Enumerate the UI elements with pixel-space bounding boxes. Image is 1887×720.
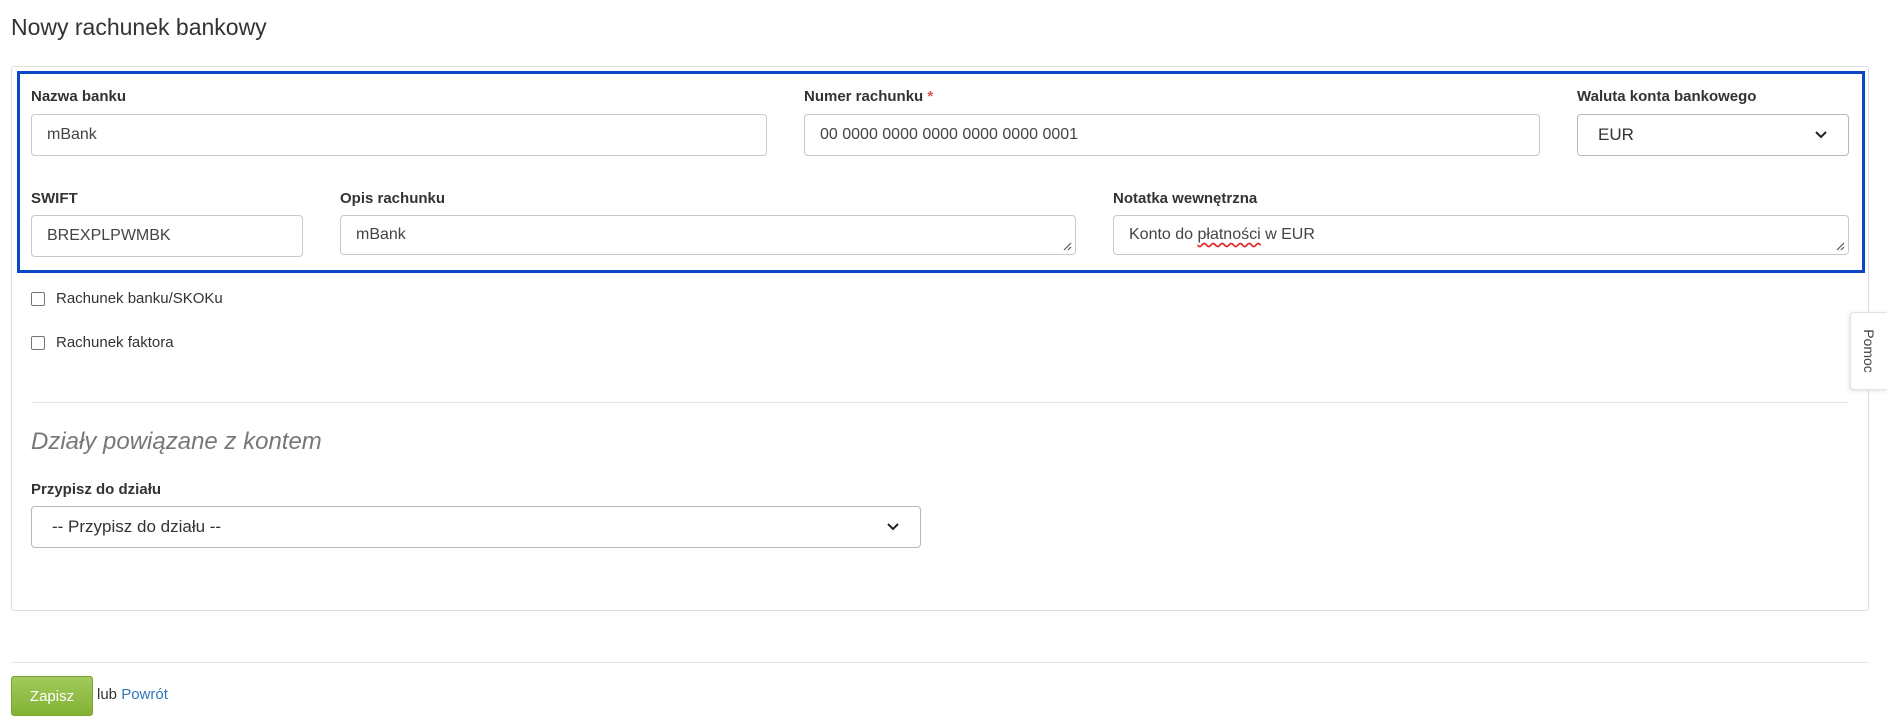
back-link[interactable]: Powrót bbox=[121, 686, 168, 703]
checkbox-bank-skok[interactable]: Rachunek banku/SKOKu bbox=[31, 290, 223, 307]
assign-department-label: Przypisz do działu bbox=[31, 481, 162, 498]
footer-actions: lub Powrót bbox=[97, 686, 168, 703]
bank-name-input[interactable]: mBank bbox=[31, 114, 767, 156]
factor-checkbox[interactable] bbox=[31, 335, 45, 350]
footer-divider bbox=[11, 662, 1869, 663]
internal-note-textarea[interactable]: Konto do płatności w EUR bbox=[1113, 215, 1849, 255]
save-button[interactable]: Zapisz bbox=[11, 676, 93, 716]
currency-label: Waluta konta bankowego bbox=[1577, 88, 1757, 105]
page-title: Nowy rachunek bankowy bbox=[11, 14, 267, 40]
departments-heading: Działy powiązane z kontem bbox=[31, 428, 322, 455]
currency-select[interactable]: EUR bbox=[1577, 114, 1849, 156]
help-tab-label: Pomoc bbox=[1861, 329, 1878, 373]
swift-label: SWIFT bbox=[31, 190, 78, 207]
assign-department-select[interactable]: -- Przypisz do działu -- bbox=[31, 506, 921, 548]
description-label: Opis rachunku bbox=[340, 190, 446, 207]
swift-input[interactable]: BREXPLPWMBK bbox=[31, 215, 303, 257]
chevron-down-icon bbox=[1815, 131, 1827, 139]
currency-selected-value: EUR bbox=[1598, 125, 1634, 144]
assign-department-selected: -- Przypisz do działu -- bbox=[52, 517, 222, 536]
required-mark: * bbox=[927, 88, 934, 105]
chevron-down-icon bbox=[887, 523, 899, 531]
bank-name-label: Nazwa banku bbox=[31, 88, 127, 105]
or-text: lub bbox=[97, 686, 118, 703]
help-tab[interactable]: Pomoc bbox=[1850, 312, 1887, 390]
bank-skok-checkbox[interactable] bbox=[31, 291, 45, 306]
resize-grip-icon[interactable] bbox=[1835, 241, 1845, 251]
description-textarea[interactable]: mBank bbox=[340, 215, 1076, 255]
resize-grip-icon[interactable] bbox=[1062, 241, 1072, 251]
internal-note-label: Notatka wewnętrzna bbox=[1113, 190, 1258, 207]
account-number-input[interactable]: 00 0000 0000 0000 0000 0000 0001 bbox=[804, 114, 1540, 156]
misspelled-word: płatności bbox=[1197, 226, 1261, 243]
section-divider bbox=[31, 402, 1849, 403]
account-number-label: Numer rachunku * bbox=[804, 88, 934, 105]
bank-skok-label: Rachunek banku/SKOKu bbox=[56, 290, 223, 307]
factor-label: Rachunek faktora bbox=[56, 334, 174, 351]
checkbox-factor[interactable]: Rachunek faktora bbox=[31, 334, 174, 351]
